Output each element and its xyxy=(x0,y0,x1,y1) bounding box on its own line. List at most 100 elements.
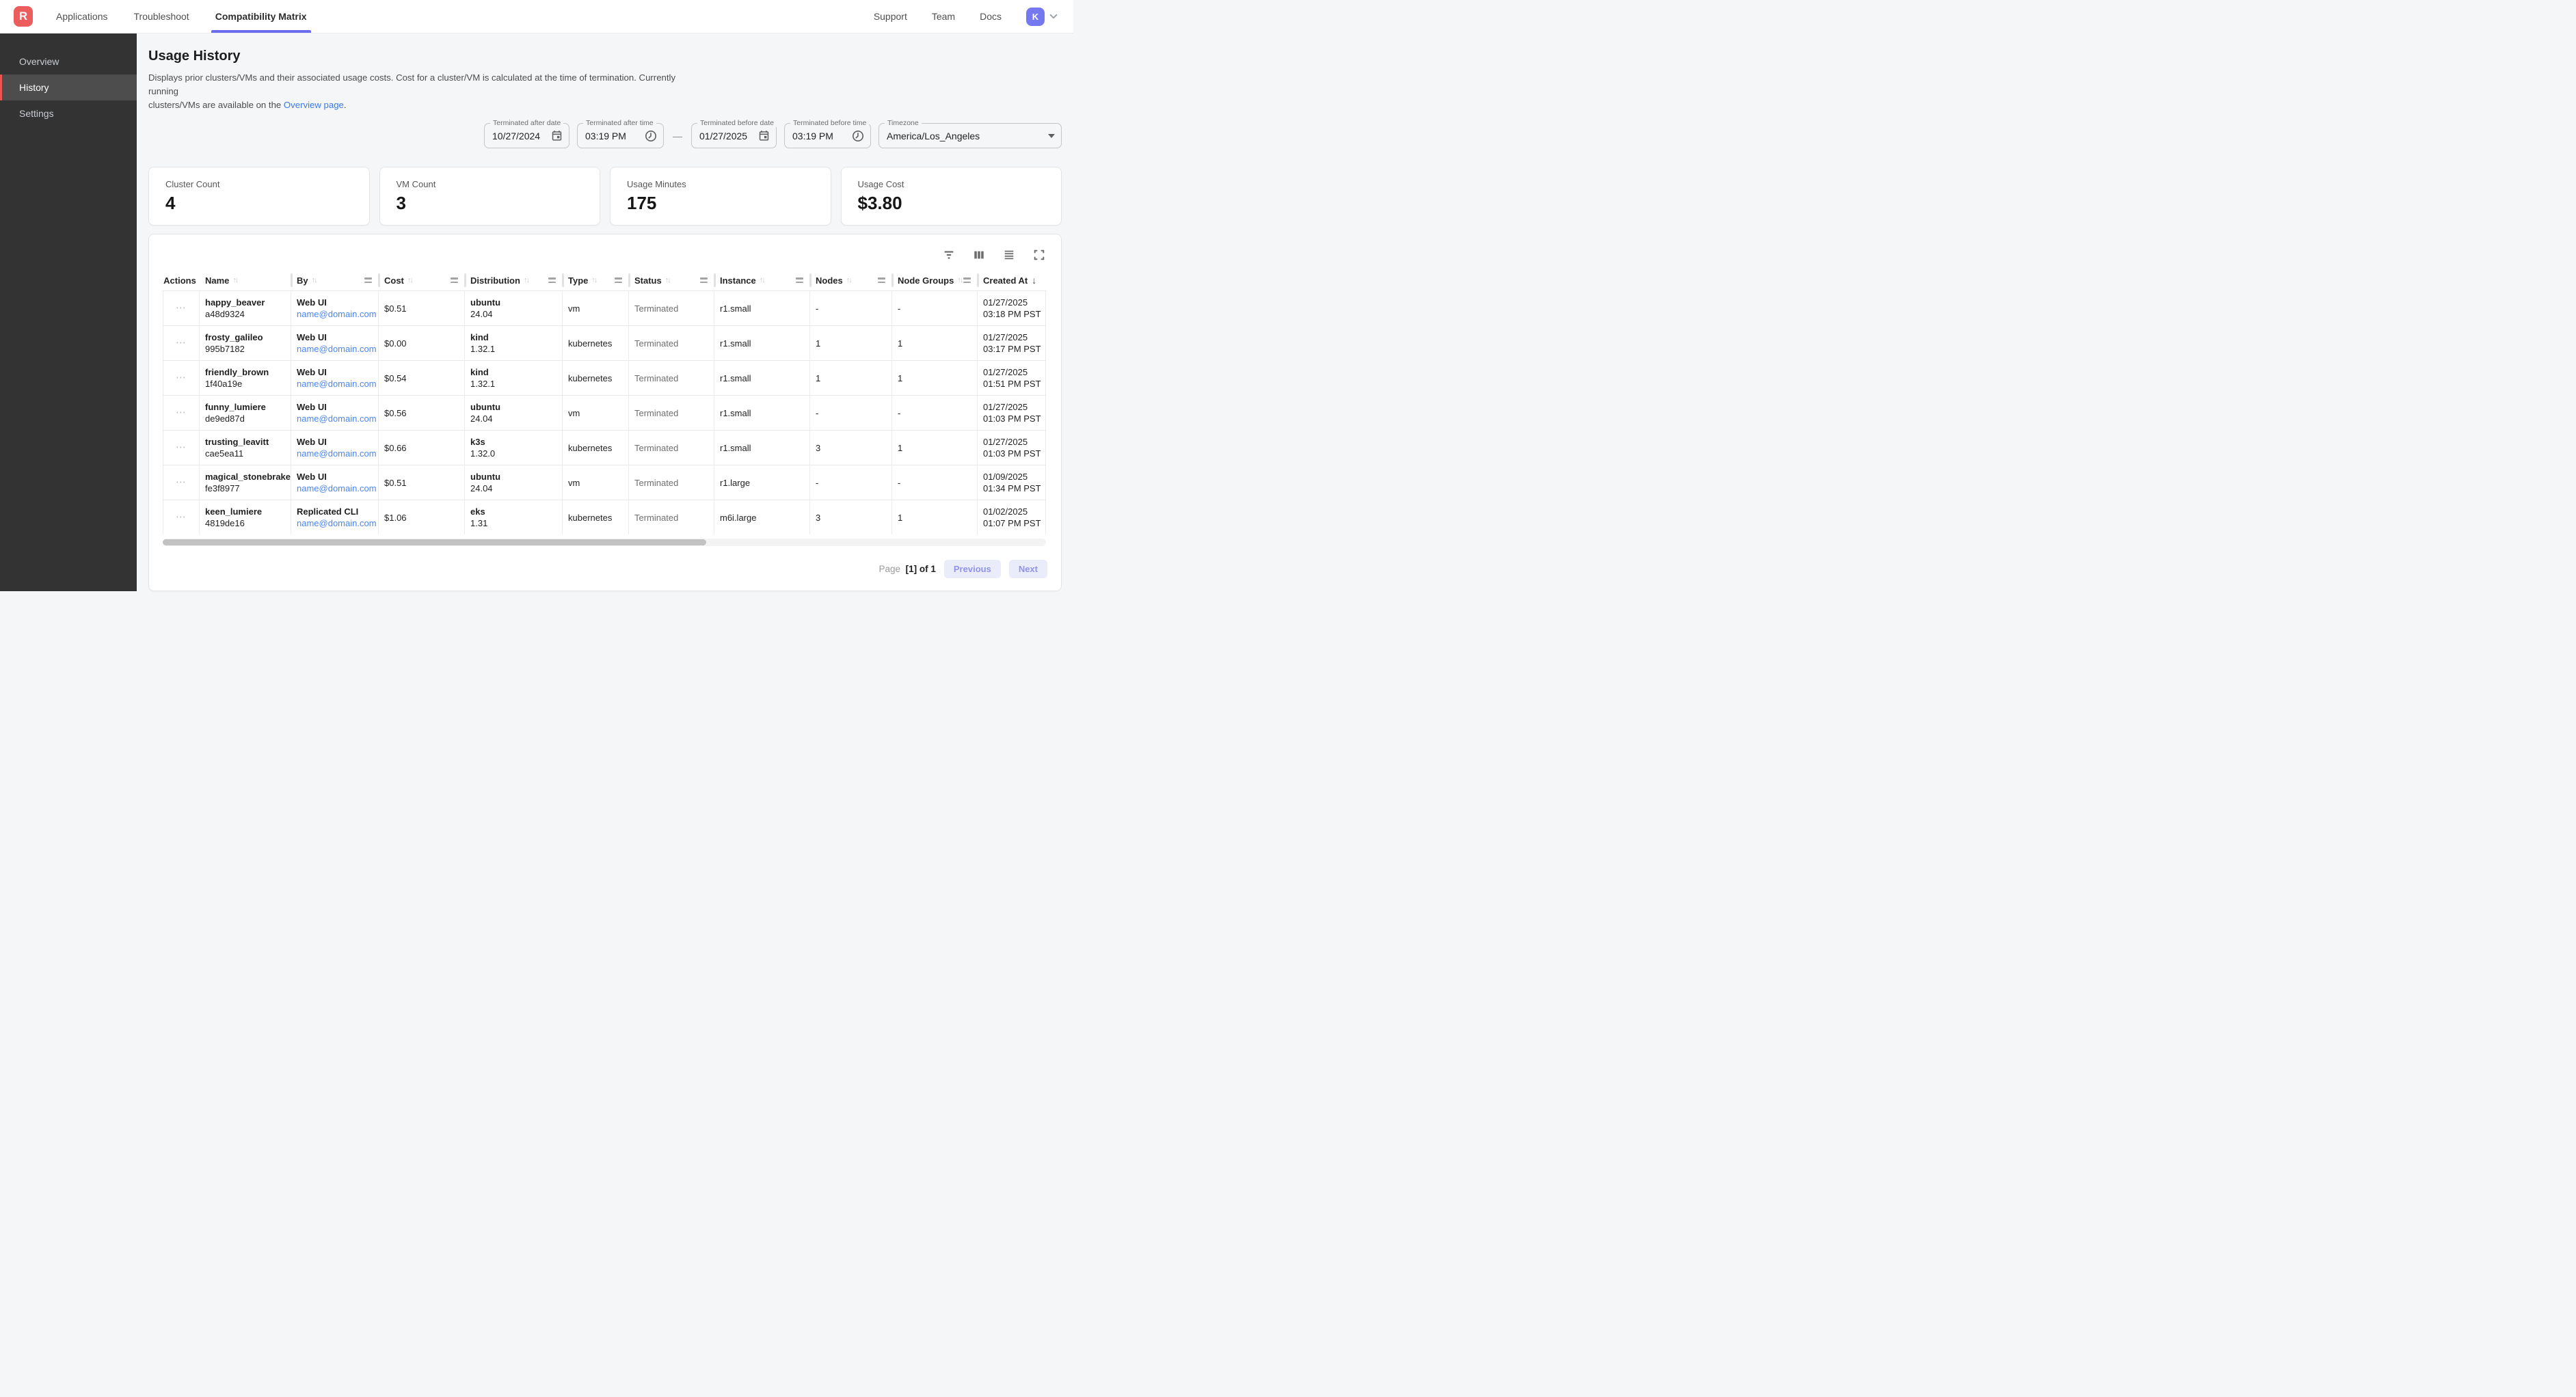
column-menu-icon[interactable] xyxy=(615,277,626,283)
column-header[interactable]: By ↑↓ ↓ xyxy=(291,270,379,290)
column-header[interactable]: Name ↑↓ ↓ xyxy=(200,270,291,290)
column-header[interactable]: Created At ↑↓ ↓ xyxy=(978,270,1046,290)
column-header[interactable]: Actions ↑↓ ↓ xyxy=(163,270,200,290)
column-header[interactable]: Nodes ↑↓ ↓ xyxy=(810,270,892,290)
filter-icon[interactable] xyxy=(942,248,956,262)
created-by-email-link[interactable]: name@domain.com xyxy=(297,379,373,389)
terminated-after-date-value[interactable]: 10/27/2024 xyxy=(492,131,551,141)
brand-logo[interactable]: R xyxy=(14,6,33,27)
nav-link-team[interactable]: Team xyxy=(932,11,955,22)
column-header-label: Instance xyxy=(720,275,756,286)
column-header[interactable]: Instance ↑↓ ↓ xyxy=(714,270,810,290)
node-groups-value: - xyxy=(898,408,971,418)
row-actions-icon[interactable]: ⋯ xyxy=(176,409,187,416)
nav-item-applications[interactable]: Applications xyxy=(56,0,108,33)
clock-icon[interactable] xyxy=(852,130,864,142)
created-by-email-link[interactable]: name@domain.com xyxy=(297,448,373,459)
created-by-email-link[interactable]: name@domain.com xyxy=(297,413,373,424)
density-icon[interactable] xyxy=(1002,248,1016,262)
nodes-value: - xyxy=(816,478,886,488)
row-actions-icon[interactable]: ⋯ xyxy=(176,305,187,312)
nav-link-support[interactable]: Support xyxy=(874,11,907,22)
distribution-cell: k3s 1.32.0 xyxy=(465,431,563,465)
instance-value: r1.small xyxy=(720,303,804,314)
sort-icon[interactable]: ↑↓ xyxy=(524,276,528,284)
created-by-email-link[interactable]: name@domain.com xyxy=(297,344,373,354)
row-actions-icon[interactable]: ⋯ xyxy=(176,375,187,381)
row-actions-icon[interactable]: ⋯ xyxy=(176,514,187,521)
row-actions-icon[interactable]: ⋯ xyxy=(176,340,187,347)
terminated-before-time-field[interactable]: Terminated before time 03:19 PM xyxy=(784,123,871,148)
column-menu-icon[interactable] xyxy=(700,277,712,283)
sidebar-item-overview[interactable]: Overview xyxy=(0,49,137,74)
sort-icon[interactable]: ↑↓ xyxy=(312,276,317,284)
overview-page-link[interactable]: Overview page xyxy=(284,100,344,110)
account-menu[interactable]: K xyxy=(1026,8,1058,26)
timezone-select[interactable]: Timezone America/Los_Angeles xyxy=(878,123,1062,148)
terminated-before-date-value[interactable]: 01/27/2025 xyxy=(699,131,758,141)
sort-icon[interactable]: ↑↓ xyxy=(591,276,596,284)
created-by-email-link[interactable]: name@domain.com xyxy=(297,483,373,493)
timezone-value[interactable]: America/Los_Angeles xyxy=(887,131,1044,141)
sidebar-item-history[interactable]: History xyxy=(0,74,137,100)
table-row: ⋯ happy_beaver a48d9324 Web UI name@doma… xyxy=(163,290,1046,325)
column-menu-icon[interactable] xyxy=(963,277,975,283)
terminated-after-time-value[interactable]: 03:19 PM xyxy=(585,131,645,141)
column-header-label: By xyxy=(297,275,308,286)
cluster-name: funny_lumiere xyxy=(205,402,285,412)
sort-icon[interactable]: ↑↓ xyxy=(407,276,412,284)
created-by-email-link[interactable]: name@domain.com xyxy=(297,309,373,319)
sort-icon[interactable]: ↑↓ xyxy=(846,276,851,284)
sidebar-item-settings[interactable]: Settings xyxy=(0,100,137,126)
nav-item-troubleshoot[interactable]: Troubleshoot xyxy=(134,0,189,33)
created-at-cell: 01/27/2025 01:03 PM PST xyxy=(978,396,1046,430)
column-header[interactable]: Node Groups ↑↓ ↓ xyxy=(892,270,978,290)
created-by-source: Web UI xyxy=(297,367,373,377)
column-header[interactable]: Status ↑↓ ↓ xyxy=(629,270,714,290)
clock-icon[interactable] xyxy=(645,130,657,142)
sort-icon[interactable]: ↑↓ xyxy=(232,276,237,284)
created-time: 03:17 PM PST xyxy=(983,344,1040,354)
terminated-after-time-field[interactable]: Terminated after time 03:19 PM xyxy=(577,123,664,148)
terminated-before-time-label: Terminated before time xyxy=(790,119,869,127)
column-menu-icon[interactable] xyxy=(796,277,807,283)
stat-label: Usage Minutes xyxy=(627,179,814,189)
terminated-before-date-field[interactable]: Terminated before date 01/27/2025 xyxy=(691,123,777,148)
sort-icon[interactable]: ↑↓ xyxy=(760,276,764,284)
sort-icon[interactable]: ↑↓ xyxy=(665,276,670,284)
column-header-label: Node Groups xyxy=(898,275,954,286)
node-groups-value: 1 xyxy=(898,338,971,349)
next-page-button[interactable]: Next xyxy=(1009,560,1047,578)
nav-item-compatibility-matrix[interactable]: Compatibility Matrix xyxy=(215,0,307,33)
column-header[interactable]: Distribution ↑↓ ↓ xyxy=(465,270,563,290)
row-actions-icon[interactable]: ⋯ xyxy=(176,479,187,486)
column-menu-icon[interactable] xyxy=(451,277,462,283)
calendar-icon[interactable] xyxy=(758,130,770,141)
horizontal-scrollbar-track[interactable] xyxy=(163,539,1046,546)
column-menu-icon[interactable] xyxy=(364,277,376,283)
fullscreen-icon[interactable] xyxy=(1032,248,1046,262)
nav-link-docs[interactable]: Docs xyxy=(980,11,1002,22)
sort-icon[interactable]: ↑↓ xyxy=(957,276,962,284)
horizontal-scrollbar-thumb[interactable] xyxy=(163,539,706,545)
column-header[interactable]: Cost ↑↓ ↓ xyxy=(379,270,465,290)
avatar[interactable]: K xyxy=(1026,8,1045,26)
previous-page-button[interactable]: Previous xyxy=(944,560,1001,578)
terminated-before-time-value[interactable]: 03:19 PM xyxy=(792,131,852,141)
column-menu-icon[interactable] xyxy=(878,277,889,283)
columns-icon[interactable] xyxy=(972,248,986,262)
terminated-after-date-field[interactable]: Terminated after date 10/27/2024 xyxy=(484,123,569,148)
page-title: Usage History xyxy=(148,49,1062,64)
chevron-down-icon xyxy=(1049,12,1058,21)
created-at-cell: 01/27/2025 01:03 PM PST xyxy=(978,431,1046,465)
column-header[interactable]: Type ↑↓ ↓ xyxy=(563,270,629,290)
created-by-email-link[interactable]: name@domain.com xyxy=(297,518,373,528)
distribution-name: ubuntu xyxy=(470,297,556,308)
sort-desc-icon[interactable]: ↓ xyxy=(1032,275,1036,286)
stat-value: 175 xyxy=(627,193,814,214)
distribution-version: 1.31 xyxy=(470,518,556,528)
nodes-cell: - xyxy=(810,465,892,500)
column-menu-icon[interactable] xyxy=(548,277,560,283)
calendar-icon[interactable] xyxy=(551,130,563,141)
row-actions-icon[interactable]: ⋯ xyxy=(176,444,187,451)
